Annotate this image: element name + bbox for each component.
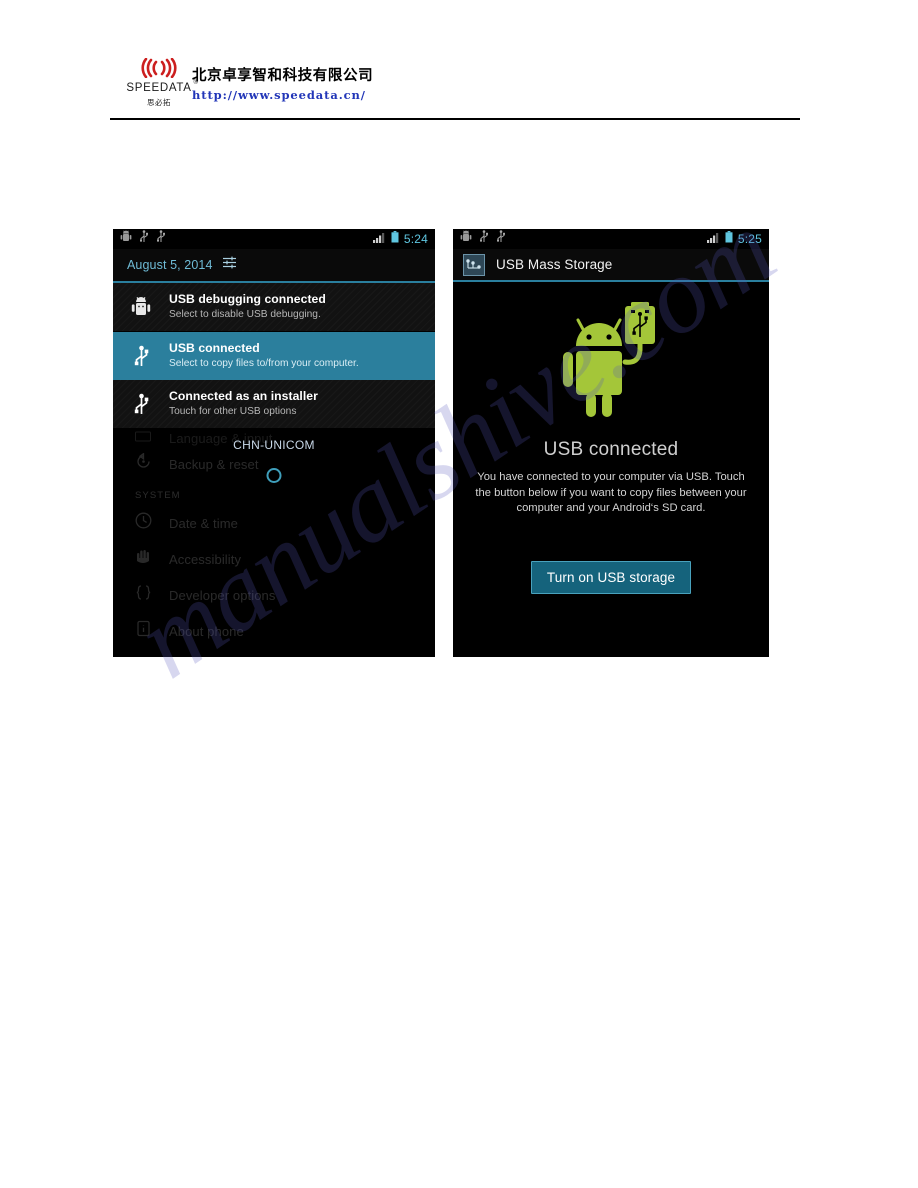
shade-header: August 5, 2014 bbox=[113, 249, 435, 283]
page-header: SPEEDATA ® 思必拓 北京卓享智和科技有限公司 http://www.sp… bbox=[0, 0, 918, 125]
company-info: 北京卓享智和科技有限公司 http://www.speedata.cn/ bbox=[192, 66, 373, 104]
settings-row-label: About phone bbox=[169, 623, 244, 639]
action-bar-title: USB Mass Storage bbox=[496, 257, 613, 272]
screenshot-usb-mass-storage: 5:25 USB Mass Storage USB connected You … bbox=[453, 229, 769, 657]
notification-subtitle: Select to copy files to/from your comput… bbox=[169, 358, 359, 369]
usb-connected-heading: USB connected bbox=[543, 439, 679, 460]
battery-icon bbox=[725, 230, 733, 248]
notification-subtitle: Select to disable USB debugging. bbox=[169, 309, 321, 320]
status-bar-left: 5:24 bbox=[113, 229, 435, 249]
usb-icon bbox=[496, 230, 506, 248]
battery-icon bbox=[391, 230, 399, 248]
header-divider bbox=[110, 118, 800, 120]
settings-row-label: Date & time bbox=[169, 515, 239, 531]
notification-title: USB connected bbox=[169, 341, 260, 355]
logo-wordmark-text: SPEEDATA bbox=[126, 82, 192, 94]
android-debug-icon bbox=[120, 230, 132, 248]
settings-row-accessibility[interactable]: Accessibility bbox=[113, 541, 435, 577]
usb-connected-description: You have connected to your computer via … bbox=[475, 471, 747, 514]
action-bar: USB Mass Storage bbox=[453, 249, 769, 282]
screenshot-notification-shade: 5:24 August 5, 2014 USB debugging connec… bbox=[113, 229, 435, 657]
settings-row-label: Developer options bbox=[169, 587, 276, 603]
status-bar-time: 5:24 bbox=[403, 232, 428, 246]
accessibility-hand-icon bbox=[135, 548, 169, 570]
signal-bars-icon bbox=[706, 230, 720, 248]
company-name: 北京卓享智和科技有限公司 bbox=[192, 68, 374, 84]
carrier-label: CHN-UNICOM bbox=[233, 438, 315, 452]
braces-icon bbox=[135, 584, 169, 606]
settings-section-system: SYSTEM bbox=[135, 490, 181, 501]
notification-usb-connected[interactable]: USB connected Select to copy files to/fr… bbox=[113, 332, 435, 380]
signal-waves-icon bbox=[126, 58, 192, 78]
settings-row-label: Backup & reset bbox=[169, 456, 259, 472]
usb-icon bbox=[113, 345, 169, 368]
status-bar-right: 5:25 bbox=[453, 229, 769, 249]
settings-row-developer-options[interactable]: Developer options bbox=[113, 577, 435, 613]
status-bar-time: 5:25 bbox=[737, 232, 762, 246]
clock-icon bbox=[135, 512, 169, 534]
logo-chinese-subtitle: 思必拓 bbox=[147, 98, 171, 107]
notification-title: Connected as an installer bbox=[169, 389, 318, 403]
usb-icon bbox=[139, 230, 149, 248]
settings-row-label: Accessibility bbox=[169, 551, 242, 567]
quick-settings-icon[interactable] bbox=[222, 255, 237, 275]
notification-subtitle: Touch for other USB options bbox=[169, 406, 297, 417]
backup-icon bbox=[135, 452, 169, 475]
settings-row-date-time[interactable]: Date & time bbox=[113, 505, 435, 541]
logo-wordmark: SPEEDATA ® bbox=[126, 80, 198, 94]
android-robot-with-usb-icon bbox=[536, 302, 686, 429]
shade-date: August 5, 2014 bbox=[127, 258, 213, 272]
usb-icon bbox=[479, 230, 489, 248]
turn-on-usb-storage-button[interactable]: Turn on USB storage bbox=[530, 560, 692, 594]
usb-storage-stage: USB connected You have connected to your… bbox=[453, 282, 769, 655]
notification-connected-as-installer[interactable]: Connected as an installer Touch for othe… bbox=[113, 380, 435, 428]
signal-bars-icon bbox=[372, 230, 386, 248]
company-url[interactable]: http://www.speedata.cn/ bbox=[192, 87, 373, 104]
android-debug-icon bbox=[460, 230, 472, 248]
speedata-logo: SPEEDATA ® 思必拓 bbox=[126, 58, 198, 110]
android-debug-icon bbox=[113, 296, 169, 318]
notification-list: USB debugging connected Select to disabl… bbox=[113, 283, 435, 428]
usb-icon bbox=[156, 230, 166, 248]
notification-usb-debugging[interactable]: USB debugging connected Select to disabl… bbox=[113, 283, 435, 331]
usb-mass-storage-icon bbox=[463, 253, 485, 276]
dimmed-settings-list: Language & input Backup & reset SYSTEM D… bbox=[113, 428, 435, 657]
settings-row-about-phone[interactable]: About phone bbox=[113, 613, 435, 649]
usb-icon bbox=[113, 393, 169, 416]
shade-handle-circle[interactable] bbox=[266, 468, 282, 483]
notification-title: USB debugging connected bbox=[169, 292, 326, 306]
info-icon bbox=[135, 620, 169, 642]
